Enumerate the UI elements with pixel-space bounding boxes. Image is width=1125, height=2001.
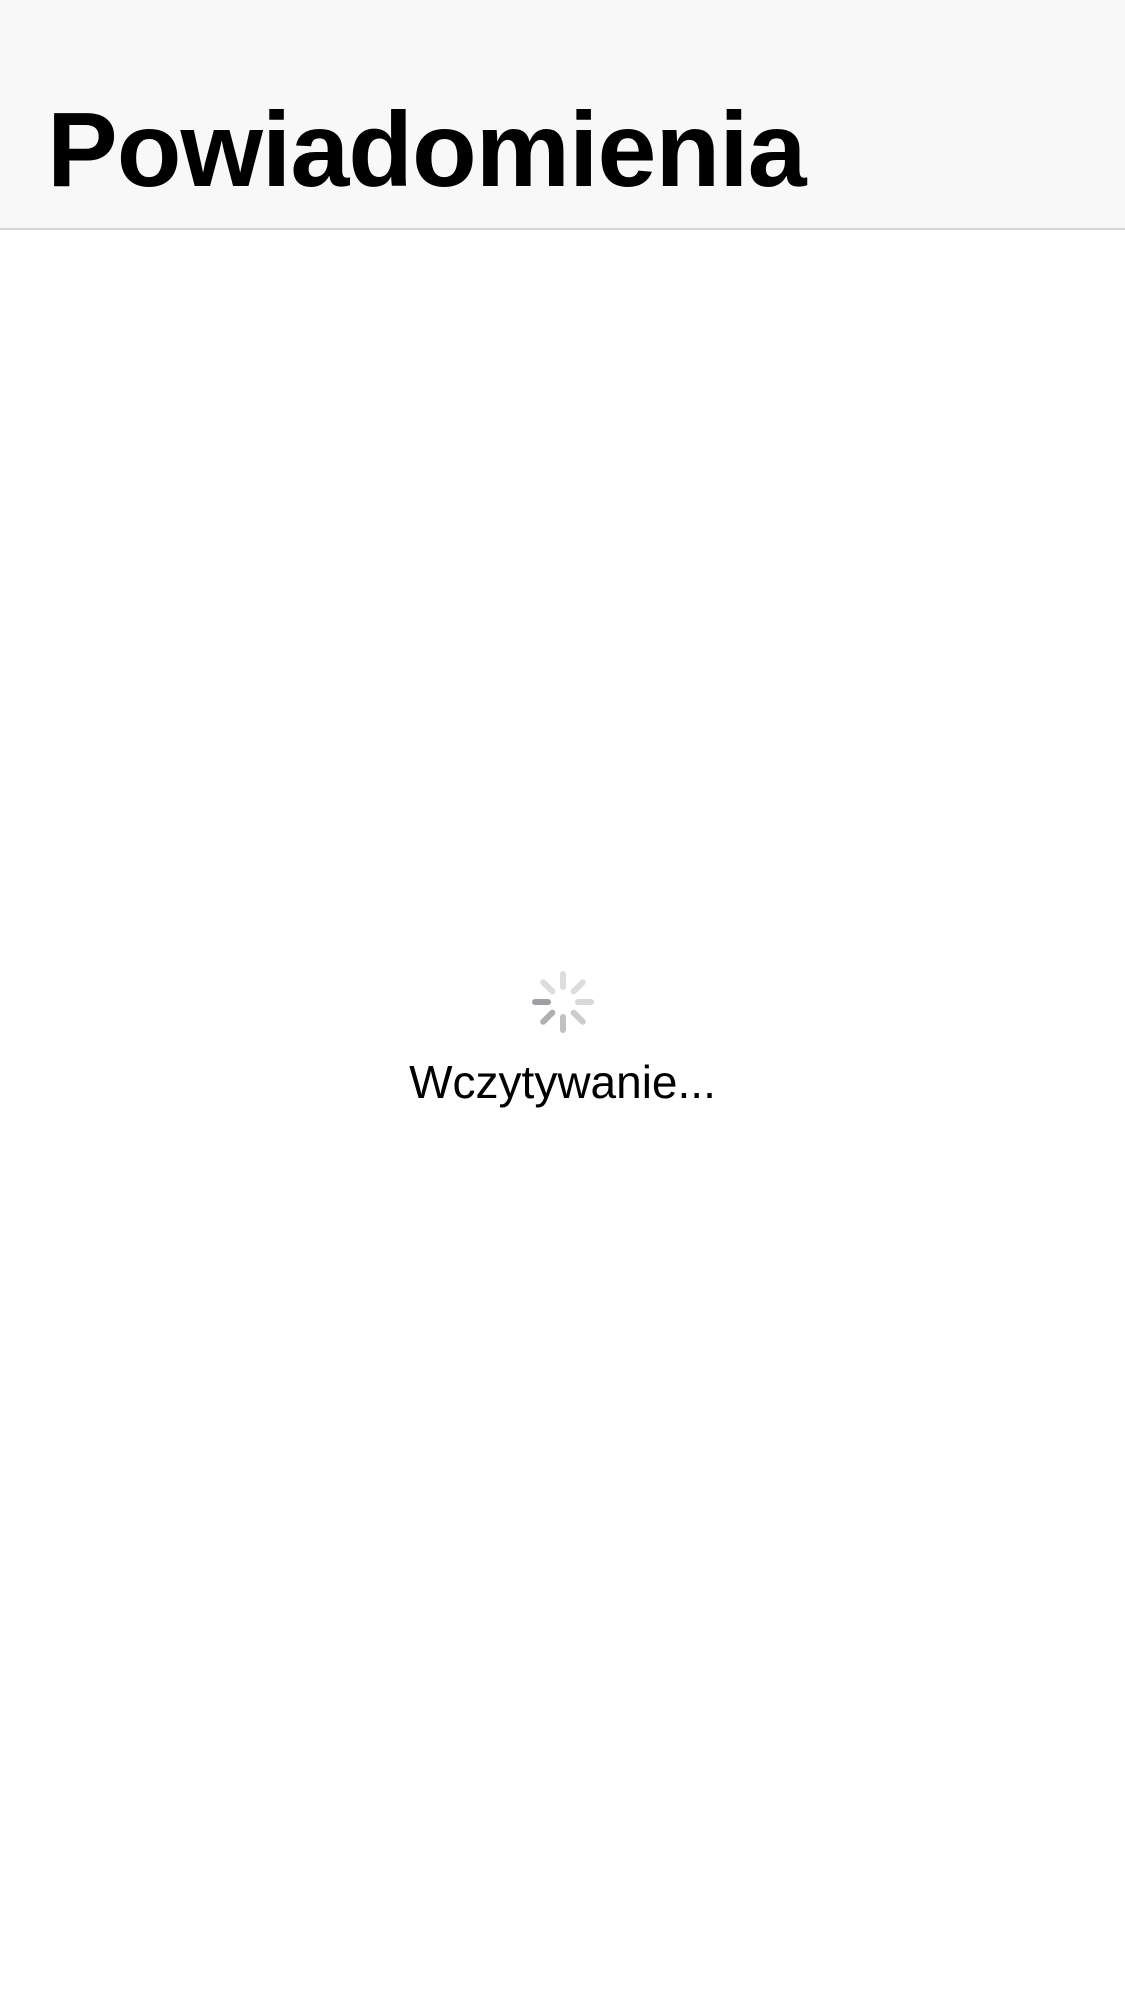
page-title: Powiadomienia [47,91,807,209]
notifications-content[interactable]: Wczytywanie... [0,230,1125,2001]
loading-text: Wczytywanie... [409,1056,716,1108]
spinner-icon [531,971,594,1033]
navigation-header: Powiadomienia [0,0,1125,230]
loading-indicator: Wczytywanie... [0,970,1125,1110]
